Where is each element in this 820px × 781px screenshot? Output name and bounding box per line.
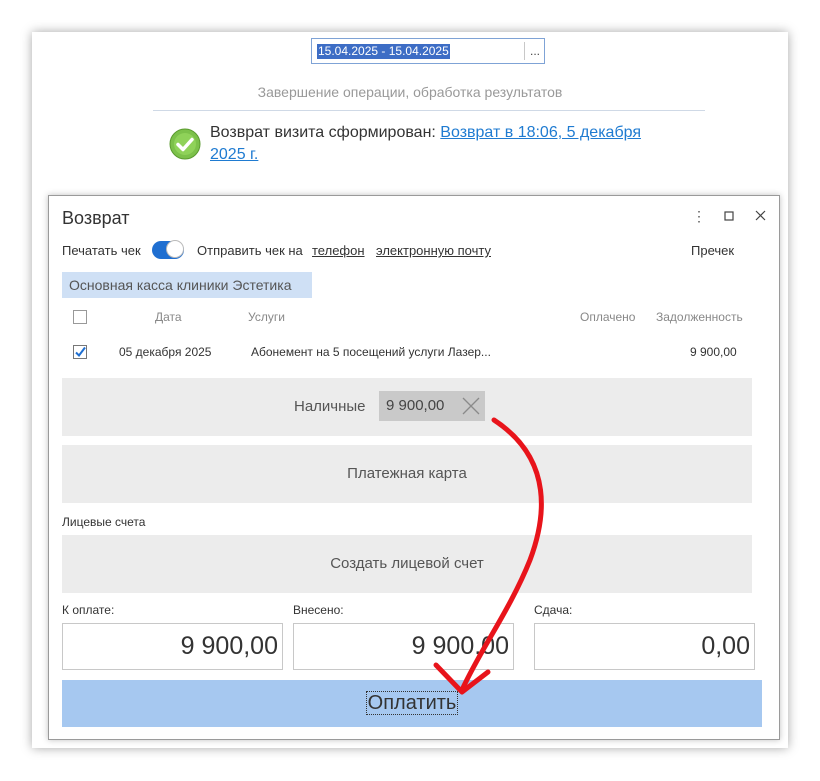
cash-label: Наличные [294, 398, 366, 415]
divider [153, 110, 705, 111]
close-icon[interactable] [752, 208, 768, 224]
paid-in-field[interactable]: 9 900,00 [293, 623, 514, 670]
cash-register-name[interactable]: Основная касса клиники Эстетика [62, 272, 312, 298]
select-all-checkbox[interactable] [73, 310, 87, 324]
col-services-header: Услуги [248, 310, 285, 324]
row-service: Абонемент на 5 посещений услуги Лазер... [251, 345, 491, 359]
result-message: Возврат визита сформирован: Возврат в 18… [210, 122, 680, 166]
to-pay-label: К оплате: [62, 603, 115, 617]
row-checkbox[interactable] [73, 345, 87, 359]
precheck-button[interactable]: Пречек [691, 243, 734, 258]
send-phone-link[interactable]: телефон [312, 243, 365, 258]
row-debt: 9 900,00 [690, 345, 737, 359]
more-menu-icon[interactable]: ⋮ [691, 208, 707, 225]
pay-button-label: Оплатить [365, 691, 459, 715]
print-check-toggle[interactable] [152, 240, 184, 259]
change-field: 0,00 [534, 623, 755, 670]
cash-amount-value: 9 900,00 [386, 397, 445, 414]
col-debt-header: Задолженность [656, 310, 743, 324]
print-check-label: Печатать чек [62, 243, 141, 258]
date-range-value[interactable]: 15.04.2025 - 15.04.2025 [317, 44, 450, 59]
card-payment-button[interactable]: Платежная карта [62, 445, 752, 503]
result-message-prefix: Возврат визита сформирован: [210, 124, 441, 141]
date-field-separator [524, 42, 525, 60]
create-account-button[interactable]: Создать лицевой счет [62, 535, 752, 593]
toggle-knob [166, 240, 184, 258]
date-range-field[interactable]: 15.04.2025 - 15.04.2025 ... [311, 38, 545, 64]
change-label: Сдача: [534, 603, 573, 617]
send-check-label: Отправить чек на [197, 243, 303, 258]
accounts-section-label: Лицевые счета [62, 515, 146, 529]
col-paid-header: Оплачено [580, 310, 636, 324]
status-text: Завершение операции, обработка результат… [257, 84, 563, 100]
paid-in-label: Внесено: [293, 603, 344, 617]
row-date: 05 декабря 2025 [119, 345, 212, 359]
cash-amount-field[interactable]: 9 900,00 [379, 391, 485, 421]
success-check-icon [169, 128, 201, 160]
pay-button[interactable]: Оплатить [62, 680, 762, 727]
maximize-icon[interactable] [721, 208, 737, 224]
return-dialog: Возврат ⋮ Печатать чек Отправить чек на … [48, 195, 780, 740]
clear-cash-icon[interactable] [457, 391, 485, 421]
dialog-title: Возврат [62, 208, 130, 228]
col-date-header: Дата [155, 310, 182, 324]
send-email-link[interactable]: электронную почту [376, 243, 491, 258]
to-pay-field: 9 900,00 [62, 623, 283, 670]
date-picker-button[interactable]: ... [527, 42, 543, 60]
